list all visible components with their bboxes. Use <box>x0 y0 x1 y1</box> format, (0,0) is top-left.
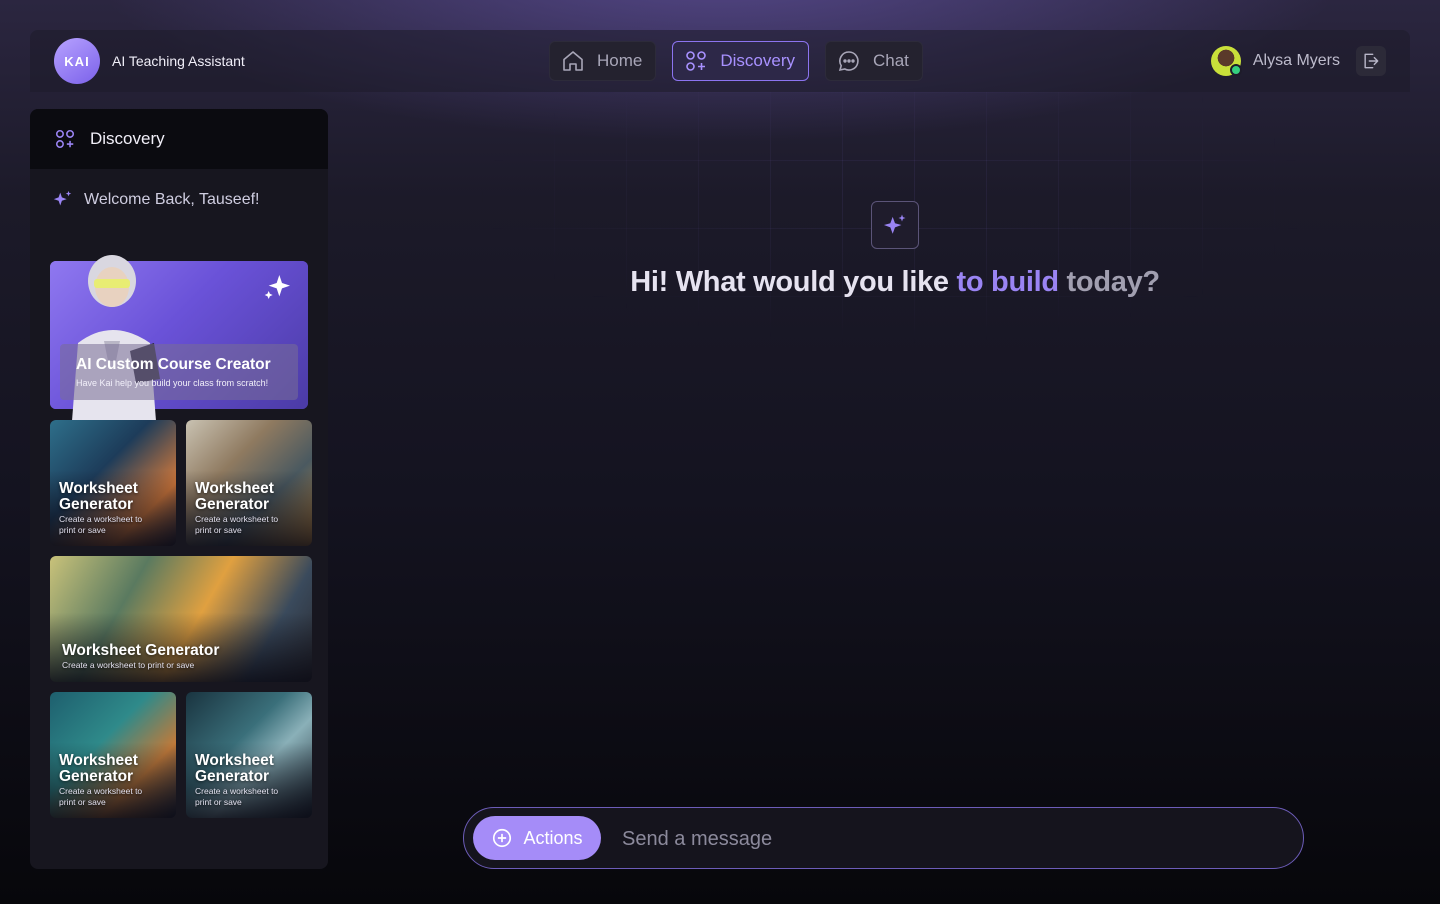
actions-button[interactable]: Actions <box>473 816 601 860</box>
nav-home-label: Home <box>597 51 643 70</box>
card-title: Worksheet Generator <box>195 480 274 513</box>
discovery-sidebar: Discovery Welcome Back, Tauseef! AI Cust… <box>30 109 328 869</box>
nav-discovery-label: Discovery <box>720 51 795 70</box>
sidebar-header: Discovery <box>30 109 328 169</box>
headline-highlight: to build <box>956 266 1060 298</box>
nav-chat-label: Chat <box>872 51 909 70</box>
card-title: Worksheet Generator <box>59 752 138 785</box>
grid-icon <box>55 129 75 149</box>
kai-logo: KAI <box>54 38 100 84</box>
card-subtitle: Create a worksheet to print or save <box>62 660 195 670</box>
card-title: Worksheet Generator <box>62 642 220 659</box>
avatar[interactable] <box>1210 46 1242 76</box>
card-subtitle: Create a worksheet to print or save <box>195 786 279 807</box>
logout-icon <box>1364 53 1379 69</box>
worksheet-card-3[interactable]: Worksheet Generator Create a worksheet t… <box>50 556 312 682</box>
welcome-message: Welcome Back, Tauseef! <box>52 189 260 211</box>
worksheet-card-4[interactable]: Worksheet Generator Create a worksheet t… <box>50 692 176 818</box>
welcome-text: Welcome Back, Tauseef! <box>84 191 260 208</box>
card-subtitle: Create a worksheet to print or save <box>59 786 143 807</box>
nav-discovery-button[interactable]: Discovery <box>672 41 809 81</box>
welcome-headline: Hi! What would you like to build today? <box>540 266 1250 299</box>
headline-part-1: Hi! What would you like <box>630 266 957 298</box>
brand[interactable]: KAI AI Teaching Assistant <box>54 38 245 84</box>
home-icon <box>563 51 583 71</box>
user-name: Alysa Myers <box>1252 52 1340 69</box>
brand-name: AI Teaching Assistant <box>112 53 245 69</box>
sparkle-icon <box>53 190 72 206</box>
user-menu[interactable]: Alysa Myers <box>1210 46 1386 76</box>
message-input[interactable] <box>620 818 1284 860</box>
main-nav: Home Discovery Chat <box>549 41 923 81</box>
logout-button[interactable] <box>1356 46 1386 76</box>
nav-home-button[interactable]: Home <box>549 41 657 81</box>
online-status-dot <box>1229 64 1242 76</box>
assistant-sparkle-badge <box>871 201 919 249</box>
worksheet-card-5[interactable]: Worksheet Generator Create a worksheet t… <box>186 692 312 818</box>
card-title: Worksheet Generator <box>195 752 274 785</box>
actions-label: Actions <box>523 827 583 848</box>
featured-card-title: AI Custom Course Creator <box>76 356 271 373</box>
message-composer: Actions <box>463 807 1304 869</box>
sidebar-title: Discovery <box>90 129 165 148</box>
featured-card-subtitle: Have Kai help you build your class from … <box>76 378 269 388</box>
chat-bubble-icon <box>838 51 859 72</box>
grid-icon <box>686 51 707 71</box>
sparkle-icon <box>264 275 290 299</box>
worksheet-card-2[interactable]: Worksheet Generator Create a worksheet t… <box>186 420 312 546</box>
featured-card-caption: AI Custom Course Creator Have Kai help y… <box>60 344 298 400</box>
card-title: Worksheet Generator <box>59 480 138 513</box>
nav-chat-button[interactable]: Chat <box>824 41 923 81</box>
card-subtitle: Create a worksheet to print or save <box>59 514 143 535</box>
top-bar: KAI AI Teaching Assistant Home Discovery… <box>30 30 1410 92</box>
card-subtitle: Create a worksheet to print or save <box>195 514 279 535</box>
sparkle-icon <box>883 214 906 234</box>
headline-part-3: today? <box>1058 266 1161 298</box>
worksheet-card-1[interactable]: Worksheet Generator Create a worksheet t… <box>50 420 176 546</box>
plus-circle-icon <box>493 828 512 848</box>
featured-card-course-creator[interactable]: AI Custom Course Creator Have Kai help y… <box>50 255 308 421</box>
